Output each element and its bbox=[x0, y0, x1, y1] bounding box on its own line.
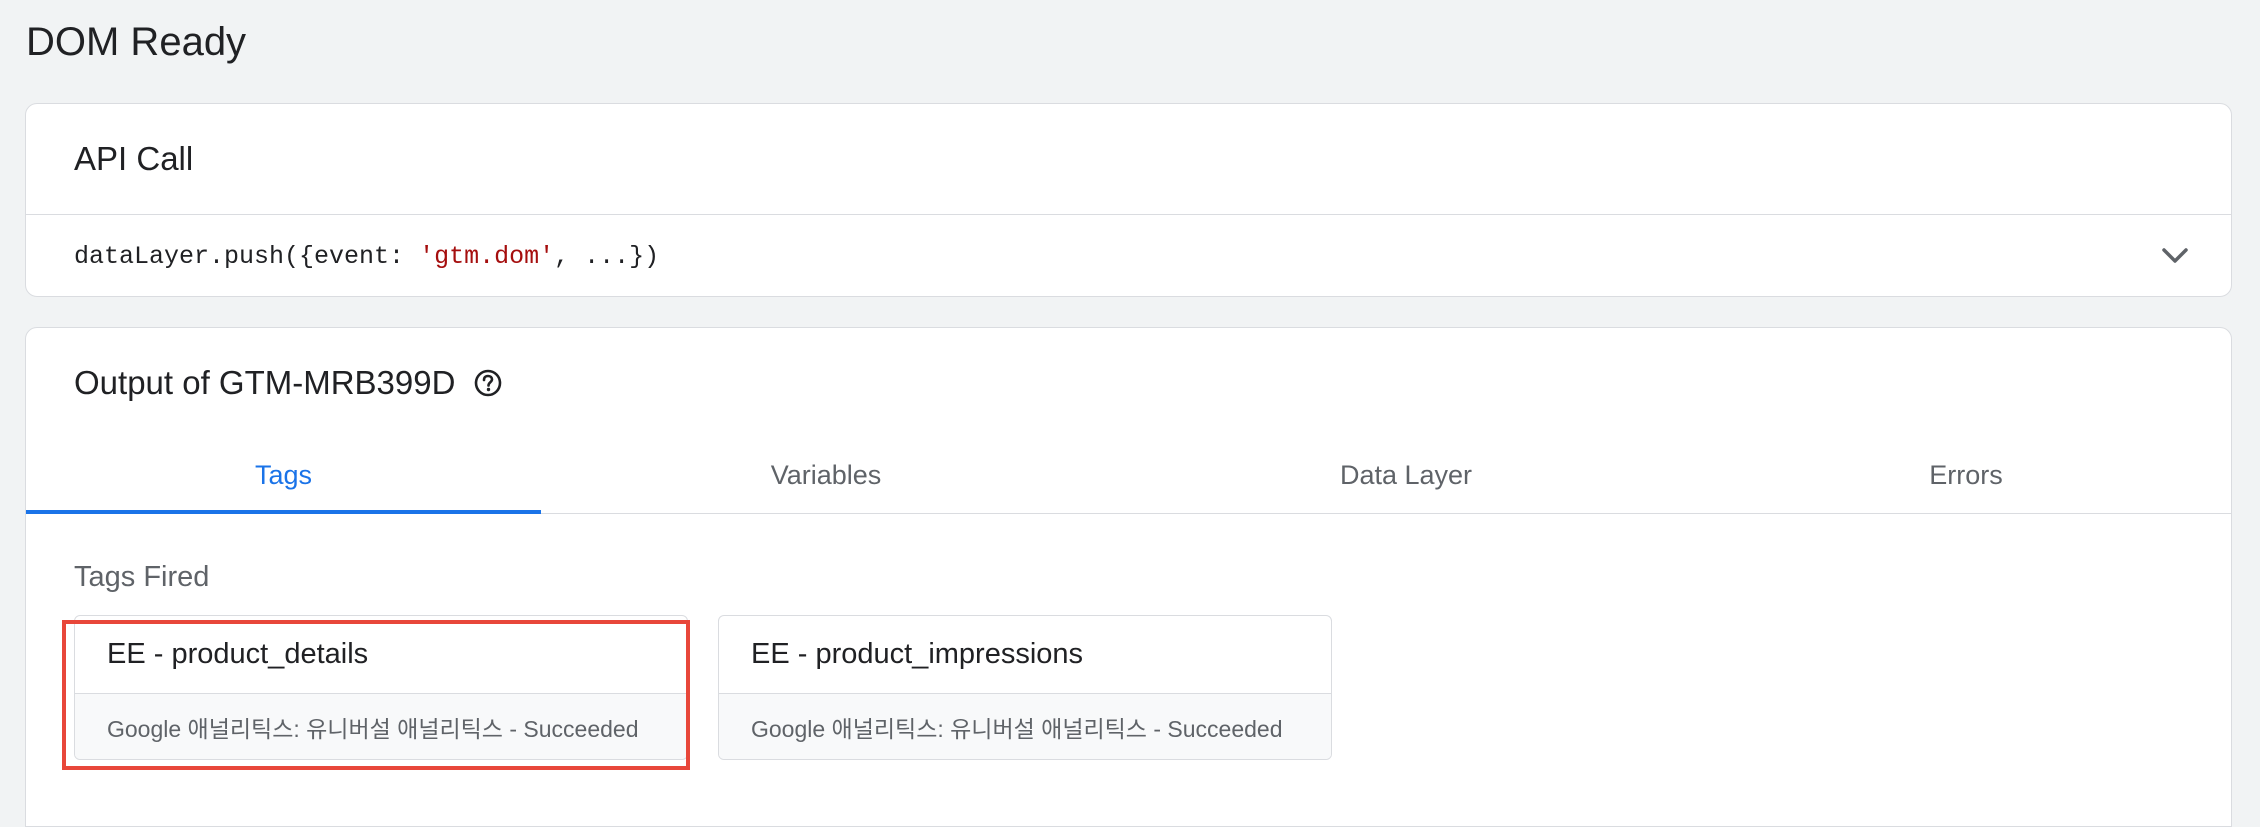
tag-card-product-impressions[interactable]: EE - product_impressions Google 애널리틱스: 유… bbox=[718, 615, 1332, 760]
tab-errors[interactable]: Errors bbox=[1701, 438, 2231, 513]
chevron-down-icon[interactable] bbox=[2155, 236, 2195, 276]
code-suffix: , ...}) bbox=[554, 241, 660, 271]
page-title: DOM Ready bbox=[26, 20, 247, 64]
tag-card-product-details[interactable]: EE - product_details Google 애널리틱스: 유니버설 … bbox=[74, 615, 688, 760]
tab-data-layer[interactable]: Data Layer bbox=[1111, 438, 1701, 513]
tags-fired-label: Tags Fired bbox=[74, 561, 210, 593]
api-call-code: dataLayer.push({event: 'gtm.dom', ...}) bbox=[74, 242, 659, 271]
tag-status: Google 애널리틱스: 유니버설 애널리틱스 - Succeeded bbox=[719, 694, 1331, 759]
help-circle-icon[interactable] bbox=[473, 368, 503, 398]
output-card: Output of GTM-MRB399D Tags Variables Dat… bbox=[25, 327, 2232, 827]
output-title: Output of GTM-MRB399D bbox=[74, 364, 456, 401]
output-tabs: Tags Variables Data Layer Errors bbox=[26, 438, 2231, 514]
api-call-row[interactable]: dataLayer.push({event: 'gtm.dom', ...}) bbox=[26, 215, 2231, 296]
tag-name: EE - product_impressions bbox=[719, 616, 1331, 694]
tag-status: Google 애널리틱스: 유니버설 애널리틱스 - Succeeded bbox=[75, 694, 687, 759]
api-call-header: API Call bbox=[26, 104, 2231, 215]
code-event-string: 'gtm.dom' bbox=[419, 241, 555, 271]
code-prefix: dataLayer.push({event: bbox=[74, 241, 420, 271]
tab-tags[interactable]: Tags bbox=[26, 438, 541, 514]
api-call-card: API Call dataLayer.push({event: 'gtm.dom… bbox=[25, 103, 2232, 297]
tag-name: EE - product_details bbox=[75, 616, 687, 694]
output-header: Output of GTM-MRB399D bbox=[26, 328, 2231, 438]
tab-variables[interactable]: Variables bbox=[541, 438, 1111, 513]
